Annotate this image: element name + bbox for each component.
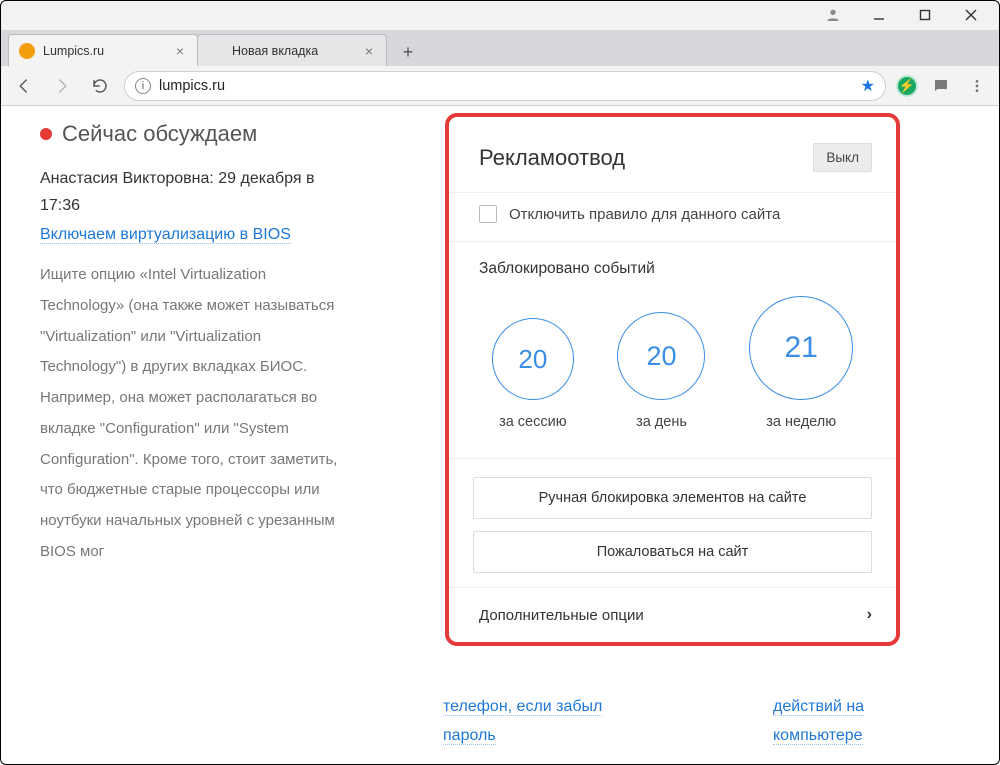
stat-label: за сессию bbox=[499, 414, 567, 430]
tab-title: Lumpics.ru bbox=[43, 44, 173, 58]
disable-rule-checkbox[interactable] bbox=[479, 205, 497, 223]
url-field[interactable]: i lumpics.ru ★ bbox=[124, 71, 886, 101]
adblock-extension-icon[interactable]: ⚡ bbox=[896, 75, 918, 97]
favicon-blank-icon bbox=[208, 43, 224, 59]
nav-forward-button[interactable] bbox=[48, 72, 76, 100]
stat-value: 20 bbox=[492, 318, 574, 400]
bookmark-star-icon[interactable]: ★ bbox=[861, 76, 875, 96]
toggle-off-button[interactable]: Выкл bbox=[813, 143, 872, 172]
nav-reload-button[interactable] bbox=[86, 72, 114, 100]
chat-extension-icon[interactable] bbox=[928, 73, 954, 99]
url-text: lumpics.ru bbox=[159, 78, 225, 94]
user-account-icon[interactable] bbox=[810, 0, 856, 30]
manual-block-button[interactable]: Ручная блокировка элементов на сайте bbox=[473, 477, 872, 519]
nav-back-button[interactable] bbox=[10, 72, 38, 100]
tab-title: Новая вкладка bbox=[232, 44, 362, 58]
disable-rule-label: Отключить правило для данного сайта bbox=[509, 206, 780, 223]
stat-value: 21 bbox=[749, 296, 853, 400]
window-maximize-button[interactable] bbox=[902, 0, 948, 30]
bg-link[interactable]: телефон, если забыл bbox=[443, 698, 602, 716]
sidebar-heading: Сейчас обсуждаем bbox=[62, 121, 257, 147]
stat-label: за неделю bbox=[766, 414, 836, 430]
live-dot-icon bbox=[40, 128, 52, 140]
report-site-button[interactable]: Пожаловаться на сайт bbox=[473, 531, 872, 573]
more-options-row[interactable]: Дополнительные опции › bbox=[449, 587, 896, 638]
stat-week: 21 за неделю bbox=[749, 296, 853, 430]
chevron-right-icon: › bbox=[867, 606, 872, 624]
comment-author-line: Анастасия Викторовна: 29 декабря в 17:36 bbox=[40, 165, 340, 219]
more-options-label: Дополнительные опции bbox=[479, 607, 644, 624]
window-minimize-button[interactable] bbox=[856, 0, 902, 30]
comment-body: Ищите опцию «Intel Virtualization Techno… bbox=[40, 260, 340, 568]
bg-link[interactable]: действий на bbox=[773, 698, 864, 716]
tab-close-button[interactable]: × bbox=[362, 44, 376, 58]
stat-session: 20 за сессию bbox=[492, 318, 574, 430]
stat-day: 20 за день bbox=[617, 312, 705, 430]
window-titlebar bbox=[0, 0, 1000, 30]
tab-active[interactable]: Lumpics.ru × bbox=[8, 34, 198, 66]
article-link[interactable]: Включаем виртуализацию в BIOS bbox=[40, 226, 291, 244]
favicon-icon bbox=[19, 43, 35, 59]
popup-title: Рекламоотвод bbox=[479, 145, 625, 171]
tab-inactive[interactable]: Новая вкладка × bbox=[197, 34, 387, 66]
site-info-icon[interactable]: i bbox=[135, 78, 151, 94]
tab-close-button[interactable]: × bbox=[173, 44, 187, 58]
discussion-sidebar: Сейчас обсуждаем Анастасия Викторовна: 2… bbox=[40, 121, 340, 568]
bg-link[interactable]: пароль bbox=[443, 727, 496, 745]
stat-label: за день bbox=[636, 414, 687, 430]
browser-menu-button[interactable] bbox=[964, 73, 990, 99]
stat-value: 20 bbox=[617, 312, 705, 400]
blocked-events-title: Заблокировано событий bbox=[479, 260, 866, 278]
bg-link[interactable]: компьютере bbox=[773, 727, 863, 745]
address-bar: i lumpics.ru ★ ⚡ bbox=[0, 66, 1000, 106]
tab-strip: Lumpics.ru × Новая вкладка × + bbox=[0, 30, 1000, 66]
adblock-popup: Рекламоотвод Выкл Отключить правило для … bbox=[445, 113, 900, 646]
window-close-button[interactable] bbox=[948, 0, 994, 30]
new-tab-button[interactable]: + bbox=[394, 38, 422, 66]
stats-row: 20 за сессию 20 за день 21 за неделю bbox=[479, 292, 866, 438]
